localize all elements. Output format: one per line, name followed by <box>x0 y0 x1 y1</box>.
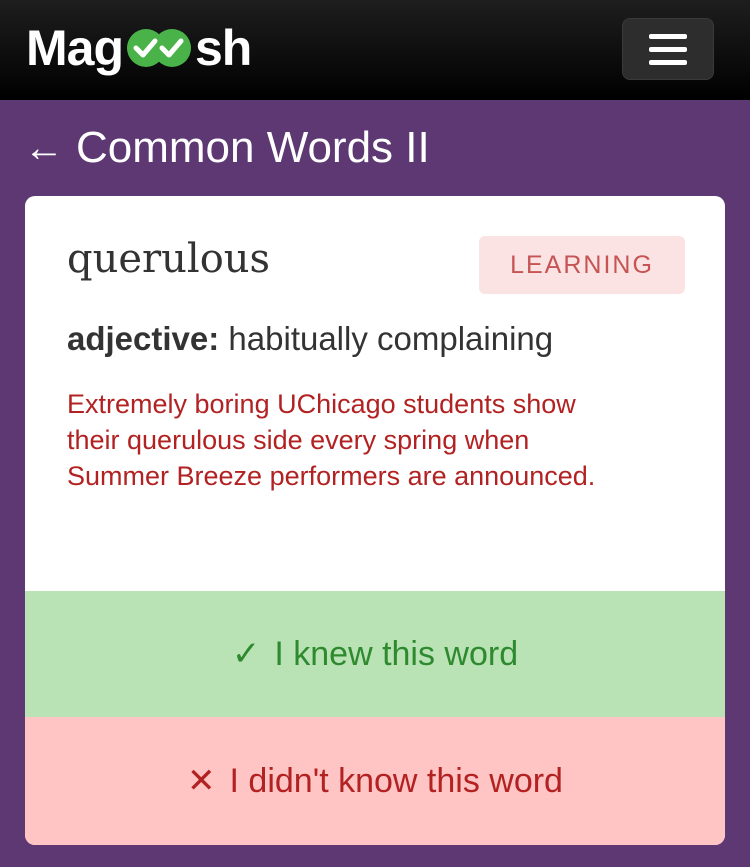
flashcard: querulous LEARNING adjective: habitually… <box>25 196 725 845</box>
didnt-know-button[interactable]: ✕ I didn't know this word <box>25 717 725 845</box>
hamburger-menu-icon <box>649 33 687 39</box>
double-check-icon <box>124 26 194 70</box>
magoosh-logo[interactable]: Mag sh <box>26 18 252 78</box>
logo-text-left: Mag <box>26 20 124 76</box>
didnt-know-label: I didn't know this word <box>229 761 563 800</box>
x-icon: ✕ <box>187 762 216 800</box>
back-link[interactable]: ← Common Words II <box>24 118 430 178</box>
definition-text: habitually complaining <box>228 320 554 357</box>
hamburger-line <box>649 59 687 65</box>
part-of-speech: adjective: <box>67 320 220 357</box>
vocab-word: querulous <box>67 236 271 282</box>
top-navbar: Mag sh <box>0 0 750 100</box>
example-sentence: Extremely boring UChicago students show … <box>67 389 596 491</box>
back-arrow-icon: ← <box>24 126 64 170</box>
knew-word-label: I knew this word <box>274 634 519 673</box>
logo-text-right: sh <box>195 20 252 76</box>
knew-word-button[interactable]: ✓ I knew this word <box>25 591 725 717</box>
hamburger-menu-button[interactable] <box>622 18 714 80</box>
deck-title: Common Words II <box>76 123 430 172</box>
hamburger-line <box>649 46 687 52</box>
definition: adjective: habitually complaining <box>67 320 553 358</box>
status-badge: LEARNING <box>479 236 685 294</box>
check-icon: ✓ <box>231 635 261 673</box>
